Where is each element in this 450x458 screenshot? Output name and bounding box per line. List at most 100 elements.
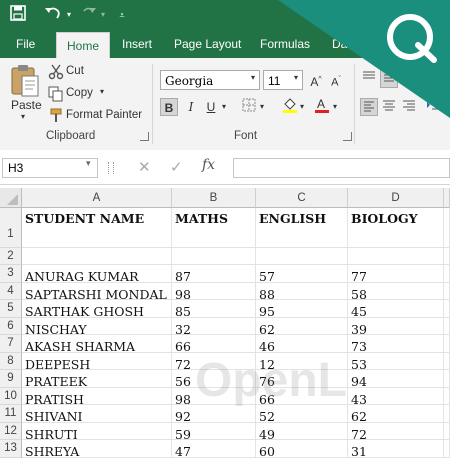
table-cell[interactable]: 57: [256, 265, 348, 283]
table-cell[interactable]: 39: [348, 317, 444, 335]
table-cell[interactable]: 72: [348, 422, 444, 440]
table-cell[interactable]: SARTHAK GHOSH: [22, 300, 172, 318]
copy-button[interactable]: Copy: [66, 87, 93, 99]
partial-cell[interactable]: [444, 265, 450, 283]
tab-formulas[interactable]: Formulas: [260, 30, 310, 58]
table-cell[interactable]: 46: [256, 335, 348, 353]
tab-data[interactable]: Data: [332, 30, 357, 58]
table-cell[interactable]: NISCHAY: [22, 317, 172, 335]
column-header-b[interactable]: B: [172, 188, 256, 208]
font-size-dropdown-icon[interactable]: ▾: [294, 73, 298, 82]
paste-dropdown-icon[interactable]: ▾: [21, 112, 25, 121]
empty-cell[interactable]: [172, 248, 256, 265]
table-cell[interactable]: DEEPESH: [22, 352, 172, 370]
table-cell[interactable]: 62: [348, 405, 444, 423]
partial-cell[interactable]: [444, 335, 450, 353]
empty-cell[interactable]: [256, 248, 348, 265]
row-header-10[interactable]: 10: [0, 387, 22, 405]
header-cell[interactable]: BIOLOGY: [348, 208, 444, 248]
table-cell[interactable]: 43: [348, 387, 444, 405]
header-cell[interactable]: ENGLISH: [256, 208, 348, 248]
table-cell[interactable]: SHREYA: [22, 440, 172, 458]
table-cell[interactable]: 66: [172, 335, 256, 353]
row-header-1[interactable]: 1: [0, 208, 22, 248]
tab-page-layout[interactable]: Page Layout: [174, 30, 241, 58]
partial-cell[interactable]: [444, 300, 450, 318]
font-launcher-icon[interactable]: [343, 132, 352, 141]
select-all-button[interactable]: [0, 188, 22, 208]
partial-cell[interactable]: [444, 208, 450, 248]
redo-dropdown-icon[interactable]: ▾: [98, 5, 108, 25]
row-header-12[interactable]: 12: [0, 422, 22, 440]
column-header-c[interactable]: C: [256, 188, 348, 208]
clipboard-launcher-icon[interactable]: [140, 132, 149, 141]
font-color-dropdown-icon[interactable]: ▾: [333, 102, 337, 111]
table-cell[interactable]: 12: [256, 352, 348, 370]
table-cell[interactable]: PRATISH: [22, 387, 172, 405]
increase-font-size-icon[interactable]: A^: [307, 71, 325, 89]
redo-icon[interactable]: [80, 5, 98, 25]
customize-icon[interactable]: ⩡: [116, 5, 128, 25]
save-icon[interactable]: [8, 5, 28, 25]
partial-cell[interactable]: [444, 248, 450, 265]
table-cell[interactable]: 92: [172, 405, 256, 423]
decrease-font-size-icon[interactable]: Aˇ: [327, 71, 345, 89]
table-cell[interactable]: 66: [256, 387, 348, 405]
align-left-icon[interactable]: [360, 98, 378, 116]
table-cell[interactable]: PRATEEK: [22, 370, 172, 388]
font-color-icon[interactable]: A: [313, 96, 331, 114]
tab-home[interactable]: Home: [56, 32, 111, 59]
row-header-6[interactable]: 6: [0, 317, 22, 335]
table-cell[interactable]: 88: [256, 282, 348, 300]
table-cell[interactable]: 85: [172, 300, 256, 318]
font-name-dropdown-icon[interactable]: ▾: [251, 73, 255, 82]
formula-input[interactable]: [233, 158, 450, 178]
align-bottom-icon[interactable]: [400, 70, 418, 88]
font-name-select[interactable]: Georgia: [160, 70, 260, 90]
table-cell[interactable]: 72: [172, 352, 256, 370]
table-cell[interactable]: 58: [348, 282, 444, 300]
partial-cell[interactable]: [444, 422, 450, 440]
underline-dropdown-icon[interactable]: ▾: [222, 102, 226, 111]
column-header-a[interactable]: A: [22, 188, 172, 208]
table-cell[interactable]: 95: [256, 300, 348, 318]
table-cell[interactable]: 53: [348, 352, 444, 370]
table-cell[interactable]: 32: [172, 317, 256, 335]
table-cell[interactable]: 47: [172, 440, 256, 458]
table-cell[interactable]: 49: [256, 422, 348, 440]
table-cell[interactable]: 45: [348, 300, 444, 318]
tab-file[interactable]: File: [16, 30, 35, 58]
tab-insert[interactable]: Insert: [122, 30, 152, 58]
partial-cell[interactable]: [444, 387, 450, 405]
table-cell[interactable]: 59: [172, 422, 256, 440]
row-header-5[interactable]: 5: [0, 300, 22, 318]
row-header-8[interactable]: 8: [0, 352, 22, 370]
partial-cell[interactable]: [444, 440, 450, 458]
format-painter-button[interactable]: Format Painter: [66, 109, 142, 121]
undo-dropdown-icon[interactable]: ▾: [64, 5, 74, 25]
empty-cell[interactable]: [348, 248, 444, 265]
undo-icon[interactable]: [42, 5, 64, 25]
fill-color-icon[interactable]: [281, 96, 299, 114]
row-header-7[interactable]: 7: [0, 335, 22, 353]
table-cell[interactable]: 31: [348, 440, 444, 458]
bold-button[interactable]: B: [160, 98, 178, 116]
row-header-2[interactable]: 2: [0, 248, 22, 265]
name-box-dropdown-icon[interactable]: ▾: [86, 158, 91, 169]
column-header-partial[interactable]: [444, 188, 450, 208]
header-cell[interactable]: MATHS: [172, 208, 256, 248]
enter-icon[interactable]: ✓: [170, 158, 183, 176]
insert-function-button[interactable]: fx: [202, 157, 215, 173]
partial-cell[interactable]: [444, 352, 450, 370]
table-cell[interactable]: 73: [348, 335, 444, 353]
name-box[interactable]: H3: [2, 158, 98, 178]
indent-icon[interactable]: [424, 98, 444, 116]
italic-button[interactable]: I: [182, 98, 200, 116]
row-header-3[interactable]: 3: [0, 265, 22, 283]
align-middle-icon[interactable]: [380, 70, 398, 88]
table-cell[interactable]: 62: [256, 317, 348, 335]
cancel-icon[interactable]: ✕: [138, 158, 151, 176]
fill-color-dropdown-icon[interactable]: ▾: [300, 102, 304, 111]
row-header-11[interactable]: 11: [0, 405, 22, 423]
partial-cell[interactable]: [444, 317, 450, 335]
